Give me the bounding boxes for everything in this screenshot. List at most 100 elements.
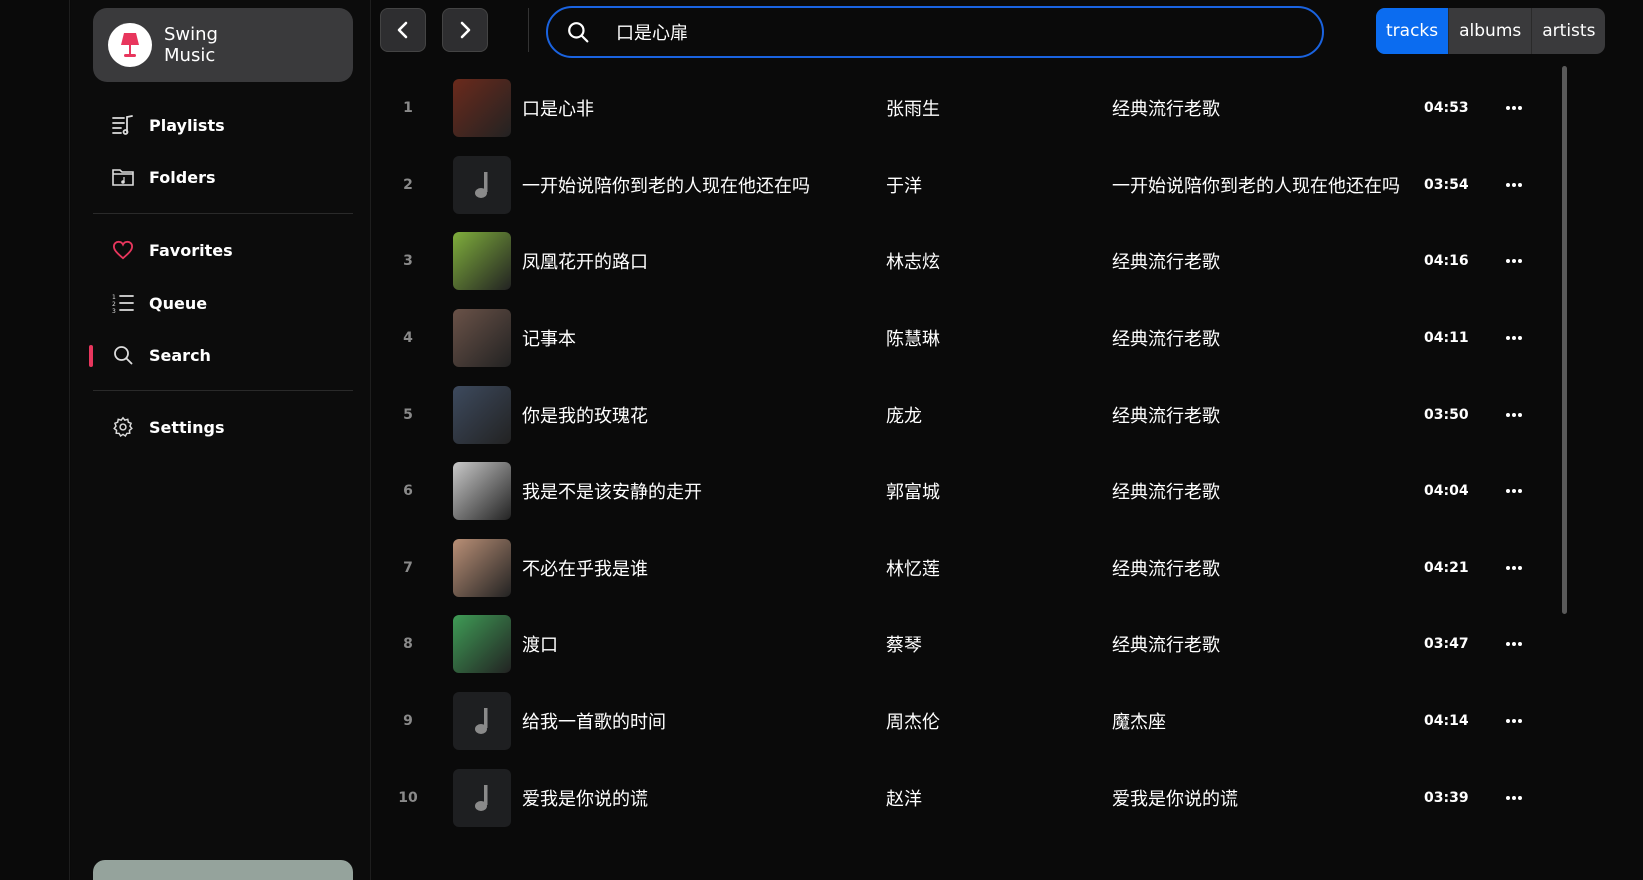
track-title[interactable]: 记事本 bbox=[522, 325, 576, 351]
track-duration: 04:11 bbox=[1424, 330, 1469, 347]
track-album[interactable]: 爱我是你说的谎 bbox=[1112, 785, 1238, 811]
album-art[interactable] bbox=[453, 309, 511, 368]
track-album[interactable]: 经典流行老歌 bbox=[1112, 631, 1220, 657]
active-indicator bbox=[89, 345, 93, 367]
more-options-button[interactable] bbox=[1500, 479, 1528, 503]
now-playing-card[interactable] bbox=[93, 860, 353, 880]
track-album[interactable]: 经典流行老歌 bbox=[1112, 478, 1220, 504]
track-artist[interactable]: 庞龙 bbox=[886, 402, 922, 428]
sidebar-item-folders[interactable]: Folders bbox=[93, 157, 353, 197]
track-title[interactable]: 凤凰花开的路口 bbox=[522, 248, 648, 274]
sidebar-item-label: Folders bbox=[149, 167, 216, 187]
more-options-button[interactable] bbox=[1500, 632, 1528, 656]
sidebar-item-queue[interactable]: 1 2 3 Queue bbox=[93, 283, 353, 323]
more-options-button[interactable] bbox=[1500, 96, 1528, 120]
track-title[interactable]: 不必在乎我是谁 bbox=[522, 555, 648, 581]
more-options-button[interactable] bbox=[1500, 709, 1528, 733]
track-artist[interactable]: 郭富城 bbox=[886, 478, 940, 504]
album-art[interactable] bbox=[453, 615, 511, 674]
track-row[interactable]: 9 给我一首歌的时间 周杰伦 魔杰座 04:14 bbox=[372, 683, 1552, 760]
album-art[interactable] bbox=[453, 768, 511, 827]
track-artist[interactable]: 赵洋 bbox=[886, 785, 922, 811]
track-title[interactable]: 一开始说陪你到老的人现在他还在吗 bbox=[522, 172, 810, 198]
tab-tracks[interactable]: tracks bbox=[1376, 8, 1449, 54]
track-artist[interactable]: 周杰伦 bbox=[886, 708, 940, 734]
sidebar-item-favorites[interactable]: Favorites bbox=[93, 230, 353, 270]
more-options-button[interactable] bbox=[1500, 173, 1528, 197]
sidebar-item-label: Queue bbox=[149, 293, 208, 313]
track-row[interactable]: 7 不必在乎我是谁 林忆莲 经典流行老歌 04:21 bbox=[372, 530, 1552, 607]
track-album[interactable]: 经典流行老歌 bbox=[1112, 402, 1220, 428]
track-title[interactable]: 口是心非 bbox=[522, 95, 594, 121]
track-row[interactable]: 5 你是我的玫瑰花 庞龙 经典流行老歌 03:50 bbox=[372, 376, 1552, 453]
sidebar-item-label: Settings bbox=[149, 417, 225, 437]
more-options-button[interactable] bbox=[1500, 326, 1528, 350]
track-index: 3 bbox=[403, 253, 413, 270]
sidebar-item-label: Playlists bbox=[149, 115, 225, 135]
back-button[interactable] bbox=[380, 8, 426, 52]
album-art[interactable] bbox=[453, 232, 511, 291]
track-artist[interactable]: 林忆莲 bbox=[886, 555, 940, 581]
track-album[interactable]: 经典流行老歌 bbox=[1112, 555, 1220, 581]
track-album[interactable]: 经典流行老歌 bbox=[1112, 248, 1220, 274]
track-title[interactable]: 你是我的玫瑰花 bbox=[522, 402, 648, 428]
tab-albums[interactable]: albums bbox=[1448, 8, 1531, 54]
search-input[interactable] bbox=[616, 21, 1256, 43]
album-art[interactable] bbox=[453, 692, 511, 751]
track-artist[interactable]: 于洋 bbox=[886, 172, 922, 198]
track-row[interactable]: 4 记事本 陈慧琳 经典流行老歌 04:11 bbox=[372, 300, 1552, 377]
track-row[interactable]: 8 渡口 蔡琴 经典流行老歌 03:47 bbox=[372, 606, 1552, 683]
track-row[interactable]: 3 凤凰花开的路口 林志炫 经典流行老歌 04:16 bbox=[372, 223, 1552, 300]
sidebar-item-search[interactable]: Search bbox=[89, 335, 353, 375]
app-name: Swing Music bbox=[164, 24, 218, 66]
album-art[interactable] bbox=[453, 155, 511, 214]
topbar: tracks albums artists bbox=[372, 0, 1643, 62]
track-artist[interactable]: 陈慧琳 bbox=[886, 325, 940, 351]
track-artist[interactable]: 张雨生 bbox=[886, 95, 940, 121]
scrollbar[interactable] bbox=[1562, 66, 1567, 614]
track-album[interactable]: 经典流行老歌 bbox=[1112, 95, 1220, 121]
track-duration: 04:53 bbox=[1424, 100, 1469, 117]
track-album[interactable]: 经典流行老歌 bbox=[1112, 325, 1220, 351]
track-title[interactable]: 渡口 bbox=[522, 631, 558, 657]
music-note-icon bbox=[475, 708, 488, 735]
search-icon bbox=[111, 343, 135, 367]
queue-icon: 1 2 3 bbox=[111, 291, 135, 315]
search-bar[interactable] bbox=[546, 6, 1324, 58]
track-artist[interactable]: 蔡琴 bbox=[886, 631, 922, 657]
left-strip bbox=[0, 0, 70, 880]
track-duration: 03:50 bbox=[1424, 406, 1469, 423]
more-options-button[interactable] bbox=[1500, 556, 1528, 580]
ellipsis-icon bbox=[1506, 565, 1522, 570]
track-row[interactable]: 1 口是心非 张雨生 经典流行老歌 04:53 bbox=[372, 70, 1552, 147]
track-duration: 03:54 bbox=[1424, 176, 1469, 193]
track-row[interactable]: 6 我是不是该安静的走开 郭富城 经典流行老歌 04:04 bbox=[372, 453, 1552, 530]
chevron-right-icon bbox=[460, 21, 471, 39]
app-logo[interactable]: Swing Music bbox=[93, 8, 353, 82]
track-duration: 04:14 bbox=[1424, 713, 1469, 730]
forward-button[interactable] bbox=[442, 8, 488, 52]
album-art[interactable] bbox=[453, 385, 511, 444]
sidebar-item-playlists[interactable]: Playlists bbox=[93, 105, 353, 145]
track-title[interactable]: 爱我是你说的谎 bbox=[522, 785, 648, 811]
album-art[interactable] bbox=[453, 462, 511, 521]
more-options-button[interactable] bbox=[1500, 403, 1528, 427]
track-title[interactable]: 给我一首歌的时间 bbox=[522, 708, 666, 734]
track-row[interactable]: 10 爱我是你说的谎 赵洋 爱我是你说的谎 03:39 bbox=[372, 759, 1552, 836]
ellipsis-icon bbox=[1506, 795, 1522, 800]
track-duration: 04:21 bbox=[1424, 559, 1469, 576]
more-options-button[interactable] bbox=[1500, 249, 1528, 273]
tab-artists[interactable]: artists bbox=[1531, 8, 1605, 54]
track-title[interactable]: 我是不是该安静的走开 bbox=[522, 478, 702, 504]
album-art[interactable] bbox=[453, 538, 511, 597]
track-row[interactable]: 2 一开始说陪你到老的人现在他还在吗 于洋 一开始说陪你到老的人现在他还在吗 0… bbox=[372, 147, 1552, 224]
ellipsis-icon bbox=[1506, 106, 1522, 111]
track-album[interactable]: 一开始说陪你到老的人现在他还在吗 bbox=[1112, 172, 1400, 198]
track-artist[interactable]: 林志炫 bbox=[886, 248, 940, 274]
sidebar-item-settings[interactable]: Settings bbox=[93, 407, 353, 447]
album-art[interactable] bbox=[453, 79, 511, 138]
more-options-button[interactable] bbox=[1500, 786, 1528, 810]
ellipsis-icon bbox=[1506, 182, 1522, 187]
track-index: 5 bbox=[403, 406, 413, 423]
track-album[interactable]: 魔杰座 bbox=[1112, 708, 1166, 734]
